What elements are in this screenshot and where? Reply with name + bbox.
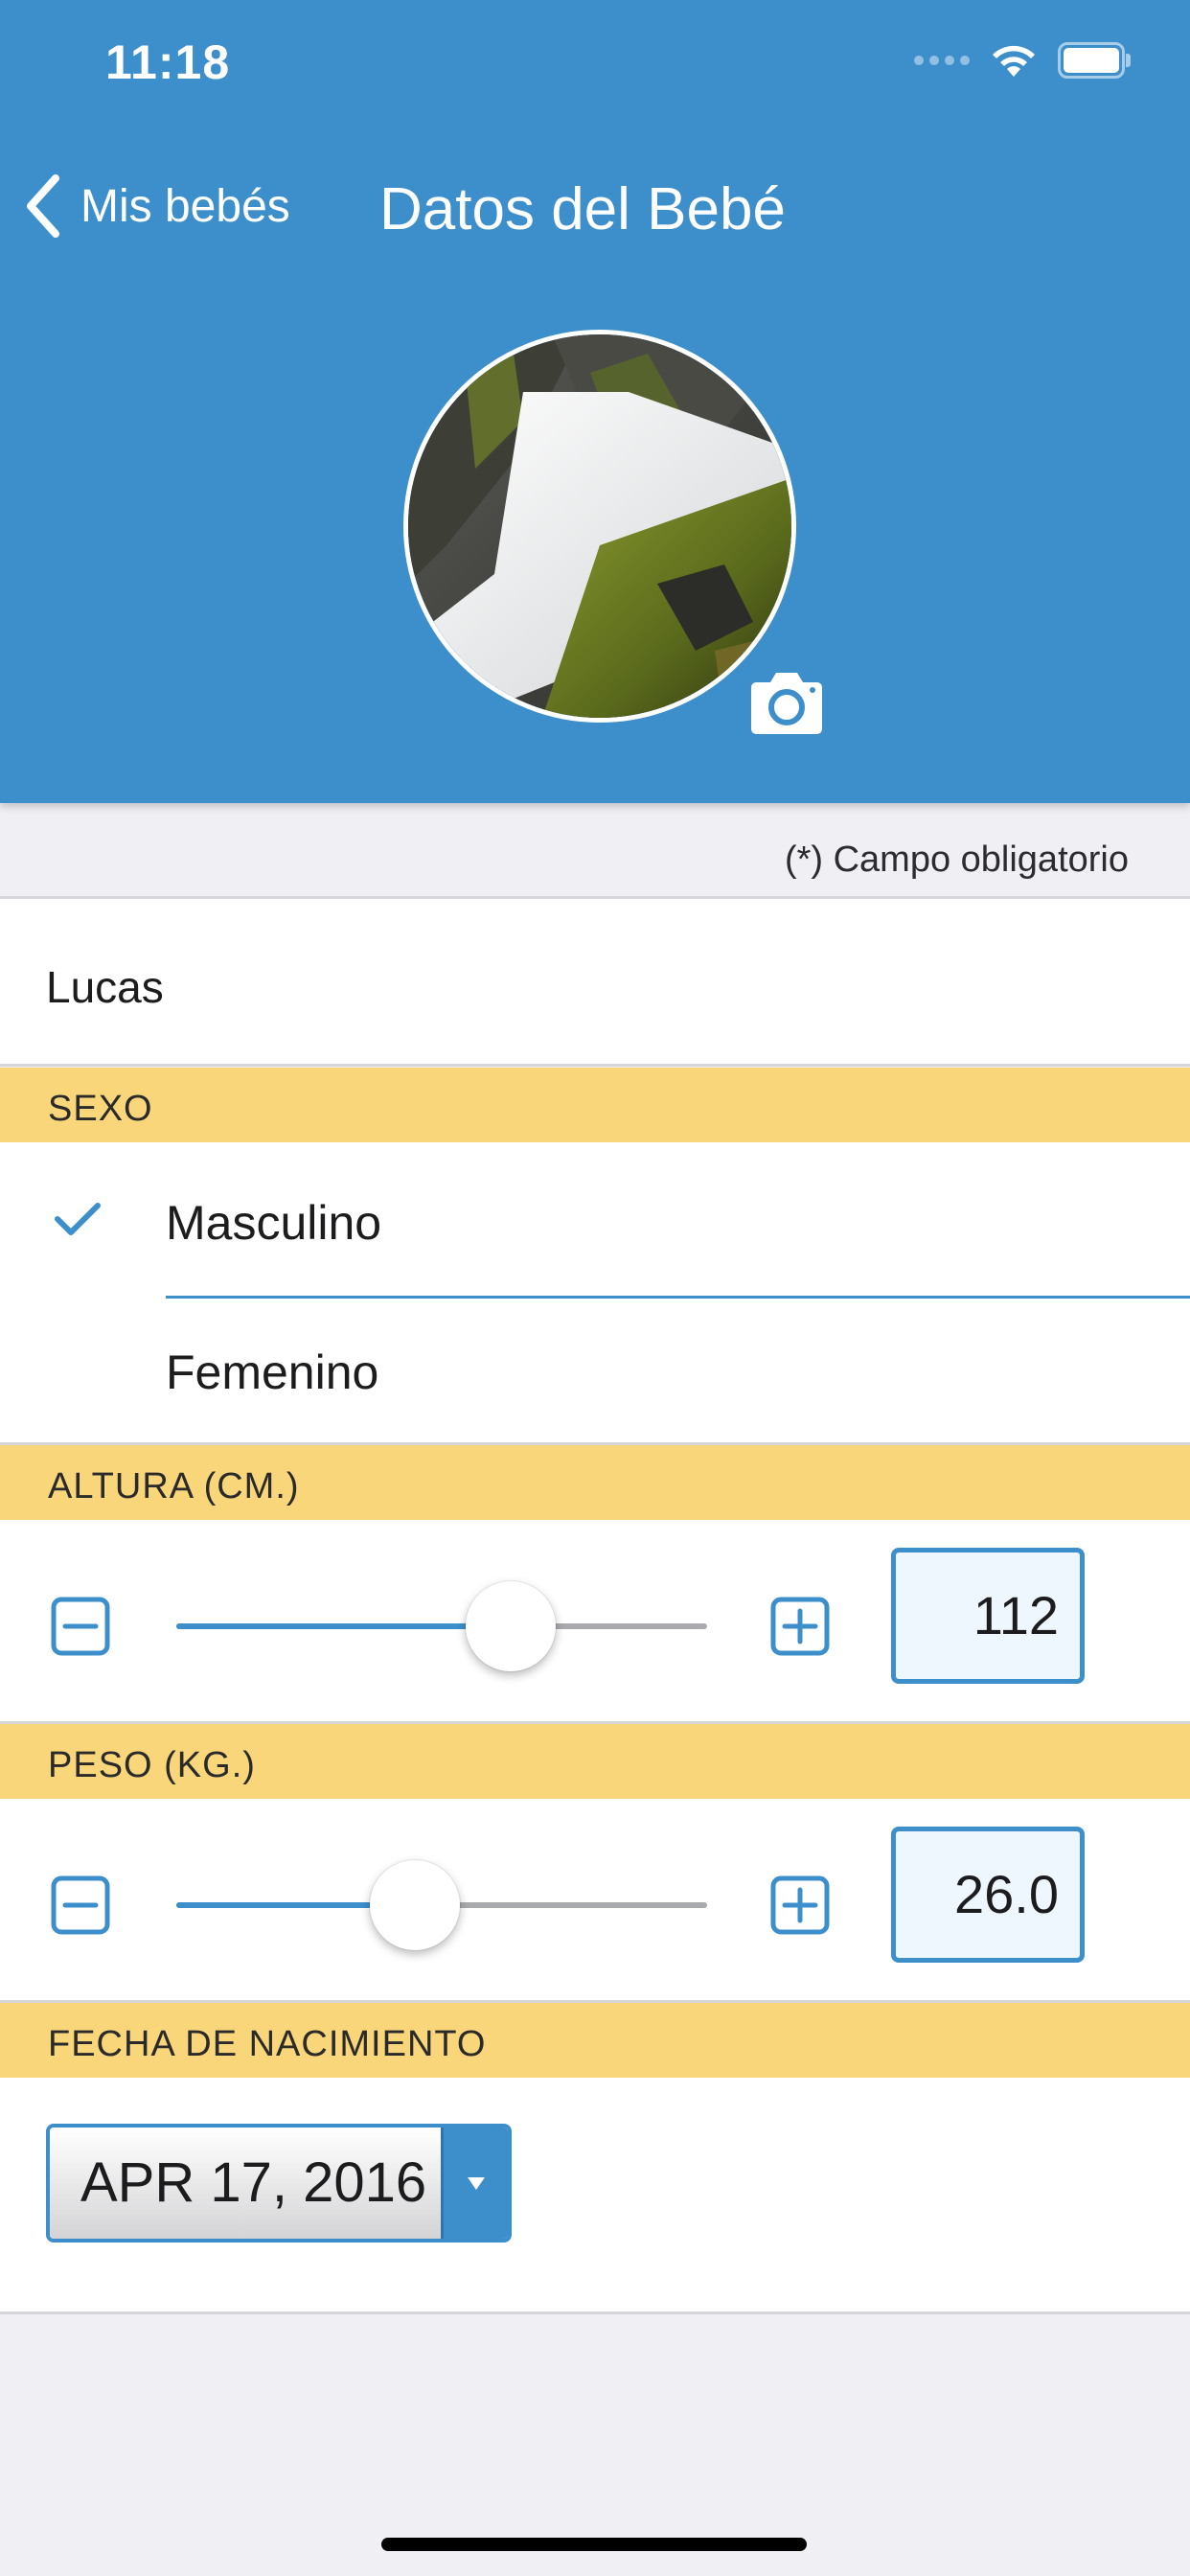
required-field-note: (*) Campo obligatorio (784, 840, 1129, 880)
weight-plus-button[interactable] (770, 1875, 830, 1935)
back-button[interactable]: Mis bebés (23, 172, 290, 240)
baby-name-field[interactable]: Lucas (46, 961, 164, 1013)
height-plus-button[interactable] (770, 1597, 830, 1656)
page-title: Datos del Bebé (379, 176, 786, 242)
birthdate-picker[interactable]: APR 17, 2016 (46, 2124, 512, 2242)
weight-value-input[interactable]: 26.0 (891, 1827, 1085, 1963)
sex-section-header (0, 1068, 1190, 1142)
height-slider-thumb[interactable] (466, 1581, 557, 1671)
header: 11:18 Mis bebés Datos del Bebé (0, 0, 1190, 803)
home-indicator[interactable] (381, 2538, 807, 2551)
back-chevron-icon (27, 174, 59, 238)
camera-icon[interactable] (747, 671, 826, 736)
height-section-label: ALTURA (CM.) (48, 1466, 300, 1506)
status-time: 11:18 (105, 35, 231, 89)
wifi-icon (993, 45, 1035, 77)
back-label: Mis bebés (80, 180, 290, 232)
height-value-input[interactable]: 112 (891, 1548, 1085, 1684)
avatar-photo (408, 334, 791, 718)
divider (0, 2312, 1190, 2314)
divider (0, 1064, 1190, 1067)
dropdown-arrow-icon (441, 2128, 508, 2239)
weight-section-label: PESO (KG.) (48, 1745, 256, 1785)
weight-minus-button[interactable] (51, 1875, 110, 1935)
birthdate-value: APR 17, 2016 (50, 2128, 441, 2239)
sex-option-masculino[interactable]: Masculino (166, 1195, 381, 1251)
sex-section-label: SEXO (48, 1089, 153, 1129)
battery-icon (1058, 42, 1131, 79)
checkmark-icon (55, 1203, 101, 1235)
signal-icon (914, 56, 970, 65)
sex-option-femenino[interactable]: Femenino (166, 1345, 378, 1400)
divider (166, 1296, 1190, 1299)
height-slider[interactable] (176, 1623, 707, 1629)
baby-avatar[interactable] (403, 330, 796, 723)
birthdate-section-label: FECHA DE NACIMIENTO (48, 2024, 487, 2064)
name-row[interactable] (0, 899, 1190, 1066)
height-slider-fill (176, 1623, 512, 1629)
weight-slider-thumb[interactable] (370, 1860, 461, 1950)
status-icons (914, 42, 1131, 79)
height-minus-button[interactable] (51, 1597, 110, 1656)
